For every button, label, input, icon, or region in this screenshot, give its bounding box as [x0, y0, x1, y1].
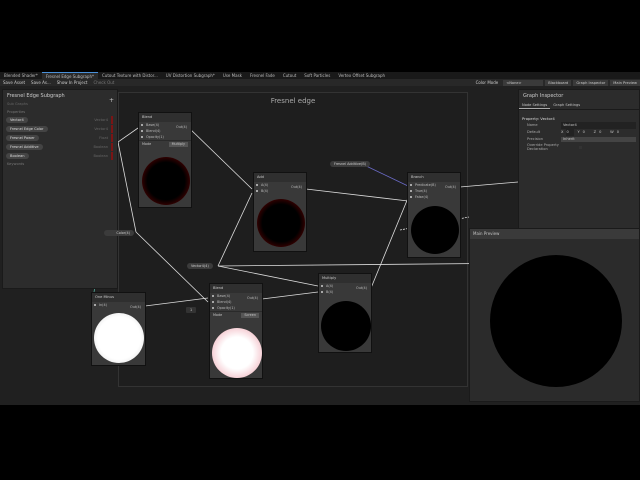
- opacity-input-field[interactable]: 1: [186, 307, 197, 313]
- mode-dropdown[interactable]: Mode Multiply: [139, 140, 191, 147]
- override-label: Override Property Declaration: [527, 143, 559, 151]
- tab-graph-settings[interactable]: Graph Settings: [550, 102, 583, 109]
- precision-dropdown[interactable]: Inherit: [561, 137, 636, 142]
- blackboard-panel: Fresnel Edge Subgraph Sub Graphs + Prope…: [2, 89, 118, 289]
- property-type: Boolean: [93, 145, 108, 149]
- property-node-fresnel-additive[interactable]: Fresnel Additive(B): [330, 161, 370, 167]
- default-w-field[interactable]: 0: [617, 129, 625, 136]
- preview-sphere[interactable]: [490, 255, 622, 387]
- wire: [217, 192, 253, 267]
- default-x-field[interactable]: 0: [566, 129, 575, 136]
- main-preview-title: Main Preview: [470, 229, 639, 239]
- node-title: Add: [254, 173, 306, 182]
- wire: [305, 188, 409, 202]
- property-heading: Property: Vector4: [522, 116, 555, 121]
- wire: [370, 197, 409, 289]
- override-checkbox[interactable]: [579, 146, 582, 149]
- property-item[interactable]: Fresnel Edge Color Vector4: [6, 125, 114, 133]
- property-name[interactable]: Fresnel Additive: [6, 144, 43, 150]
- mode-dropdown[interactable]: Mode Screen: [210, 311, 262, 318]
- reference-bar: [111, 152, 113, 160]
- one-minus-node[interactable]: One Minus In(4) Out(4): [91, 292, 146, 366]
- node-title: One Minus: [92, 293, 145, 302]
- branch-node[interactable]: Branch Predicate(B) True(4) False(4) Out…: [407, 172, 461, 258]
- property-item[interactable]: Vector4 Vector4: [6, 116, 114, 124]
- wire: [459, 181, 519, 188]
- property-type: Vector4: [94, 118, 108, 122]
- name-field[interactable]: Vector4: [561, 122, 636, 129]
- inspector-title: Graph Inspector: [523, 93, 564, 99]
- node-title: Branch: [408, 173, 460, 182]
- port-out[interactable]: Out(4): [130, 305, 141, 309]
- port-out[interactable]: Out(4): [247, 296, 258, 300]
- node-title: Blend: [210, 284, 262, 293]
- reference-bar: [111, 116, 113, 124]
- reference-bar: [111, 143, 113, 151]
- add-node[interactable]: Add A(4) B(4) Out(4): [253, 172, 307, 252]
- property-item[interactable]: Fresnel Power Float: [6, 134, 114, 142]
- add-property-button[interactable]: +: [109, 97, 114, 104]
- port-out[interactable]: Out(4): [356, 286, 367, 290]
- property-type: Vector4: [94, 127, 108, 131]
- graph-inspector-panel: Graph Inspector Node Settings Graph Sett…: [518, 89, 640, 242]
- wire-boolean: [361, 163, 409, 187]
- mode-value[interactable]: Multiply: [168, 142, 188, 147]
- node-preview: [94, 313, 144, 363]
- tab-node-settings[interactable]: Node Settings: [519, 102, 551, 109]
- blend-node-screen[interactable]: Blend Base(4) Blend(4) Opacity(1) Out(4)…: [209, 283, 263, 379]
- port-false[interactable]: False(4): [408, 194, 460, 200]
- node-preview: [257, 199, 305, 247]
- property-type: Boolean: [93, 154, 108, 158]
- property-name[interactable]: Vector4: [6, 117, 28, 123]
- port-opacity[interactable]: Opacity(1): [210, 305, 262, 311]
- mode-label: Mode: [213, 313, 223, 317]
- main-preview-panel[interactable]: Main Preview: [469, 228, 640, 402]
- precision-label: Precision: [527, 137, 544, 141]
- node-title: Blend: [139, 113, 191, 122]
- property-item[interactable]: Fresnel Additive Boolean: [6, 143, 114, 151]
- reference-bar: [111, 125, 113, 133]
- blackboard-title: Fresnel Edge Subgraph: [7, 93, 65, 99]
- property-name[interactable]: Fresnel Edge Color: [6, 126, 48, 132]
- property-name[interactable]: Fresnel Power: [6, 135, 39, 141]
- name-label: Name: [527, 123, 538, 127]
- wire: [144, 297, 209, 307]
- shader-graph-window: Blended Shader* Fresnel Edge Subgraph* C…: [0, 72, 640, 405]
- port-out[interactable]: Out(4): [445, 185, 456, 189]
- port-out[interactable]: Out(4): [291, 185, 302, 189]
- property-name[interactable]: Boolean: [6, 153, 29, 159]
- wire: [187, 126, 253, 190]
- default-z-field[interactable]: 0: [599, 129, 607, 136]
- port-opacity[interactable]: Opacity(1): [139, 134, 191, 140]
- property-type: Float: [99, 136, 108, 140]
- blend-node[interactable]: Blend Base(4) Blend(4) Opacity(1) Out(4)…: [138, 112, 192, 208]
- property-node-vector4[interactable]: Vector4(4): [187, 263, 213, 269]
- default-label: Default: [527, 130, 541, 134]
- keywords-section: Keywords: [7, 162, 25, 166]
- property-node-color[interactable]: Color(4): [104, 230, 134, 236]
- node-preview: [212, 328, 262, 378]
- reference-bar: [111, 134, 113, 142]
- default-y-field[interactable]: 0: [583, 129, 591, 136]
- property-item[interactable]: Boolean Boolean: [6, 152, 114, 160]
- wire: [117, 127, 139, 233]
- port-out[interactable]: Out(4): [176, 125, 187, 129]
- mode-value[interactable]: Screen: [241, 313, 259, 318]
- node-preview: [321, 301, 371, 351]
- node-preview: [411, 206, 459, 254]
- node-preview: [142, 157, 190, 205]
- properties-section: Properties: [7, 110, 26, 114]
- mode-label: Mode: [142, 142, 152, 146]
- wire: [261, 291, 319, 300]
- multiply-node[interactable]: Multiply A(4) B(4) Out(4): [318, 273, 372, 353]
- node-title: Multiply: [319, 274, 371, 283]
